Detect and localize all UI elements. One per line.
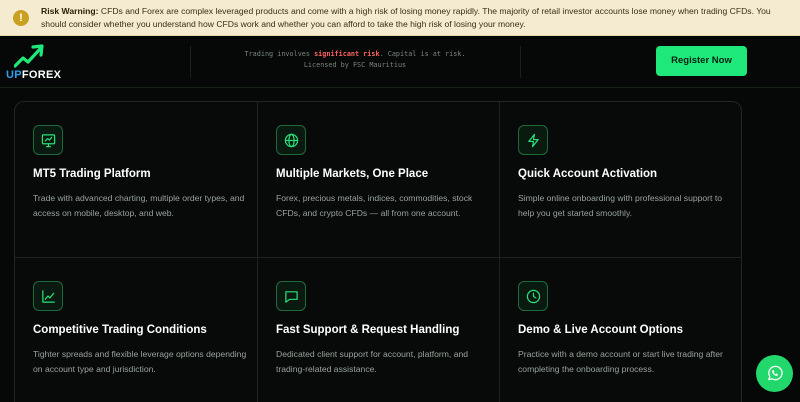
clock-icon <box>518 281 548 311</box>
risk-notice-prefix: Trading involves <box>244 50 315 58</box>
risk-notice-highlight: significant risk <box>314 50 380 58</box>
header-divider <box>520 46 521 78</box>
message-icon <box>276 281 306 311</box>
feature-title: MT5 Trading Platform <box>33 168 151 180</box>
feature-title: Multiple Markets, One Place <box>276 168 429 180</box>
feature-description: Practice with a demo account or start li… <box>518 349 723 374</box>
header-risk-notice: Trading involves significant risk. Capit… <box>200 49 510 70</box>
feature-title: Fast Support & Request Handling <box>276 324 460 336</box>
site-header: UPFOREX Trading involves significant ris… <box>0 36 800 88</box>
risk-warning-banner: ! Risk Warning: CFDs and Forex are compl… <box>0 0 800 36</box>
whatsapp-icon <box>768 365 783 381</box>
feature-title: Demo & Live Account Options <box>518 324 684 336</box>
globe-icon <box>276 125 306 155</box>
risk-warning-label: Risk Warning: <box>41 6 99 16</box>
feature-description: Simple online onboarding with profession… <box>518 193 722 218</box>
feature-description: Trade with advanced charting, multiple o… <box>33 193 245 218</box>
feature-card-activation: Quick Account Activation Simple online o… <box>500 102 741 257</box>
feature-title: Quick Account Activation <box>518 168 658 180</box>
feature-card-conditions: Competitive Trading Conditions Tighter s… <box>15 258 257 402</box>
line-chart-icon <box>33 281 63 311</box>
logo-up-text: UP <box>6 69 22 81</box>
upforex-logo[interactable]: UPFOREX <box>6 44 66 84</box>
feature-card-mt5: MT5 Trading Platform Trade with advanced… <box>15 102 257 257</box>
feature-description: Forex, precious metals, indices, commodi… <box>276 193 473 218</box>
feature-card-markets: Multiple Markets, One Place Forex, preci… <box>258 102 500 257</box>
feature-card-demo-live: Demo & Live Account Options Practice wit… <box>500 258 741 402</box>
feature-card-support: Fast Support & Request Handling Dedicate… <box>258 258 500 402</box>
logo-wordmark: UPFOREX <box>6 69 61 81</box>
whatsapp-chat-button[interactable] <box>756 355 793 392</box>
register-now-button[interactable]: Register Now <box>656 46 747 76</box>
feature-title: Competitive Trading Conditions <box>33 324 207 336</box>
risk-notice-suffix: . Capital is at risk. <box>379 50 466 58</box>
risk-notice-line1: Trading involves significant risk. Capit… <box>200 49 510 60</box>
feature-description: Tighter spreads and flexible leverage op… <box>33 349 247 374</box>
exclamation-icon: ! <box>13 10 29 26</box>
logo-forex-text: FOREX <box>21 69 62 81</box>
logo-arrow-icon <box>14 44 44 68</box>
features-panel: MT5 Trading Platform Trade with advanced… <box>14 101 742 402</box>
monitor-chart-icon <box>33 125 63 155</box>
lightning-icon <box>518 125 548 155</box>
risk-notice-line2: Licensed by FSC Mauritius <box>303 60 407 69</box>
risk-warning-text: Risk Warning: CFDs and Forex are complex… <box>41 5 793 30</box>
header-divider <box>190 46 191 78</box>
risk-warning-body: CFDs and Forex are complex leveraged pro… <box>41 6 771 29</box>
feature-description: Dedicated client support for account, pl… <box>276 349 469 374</box>
